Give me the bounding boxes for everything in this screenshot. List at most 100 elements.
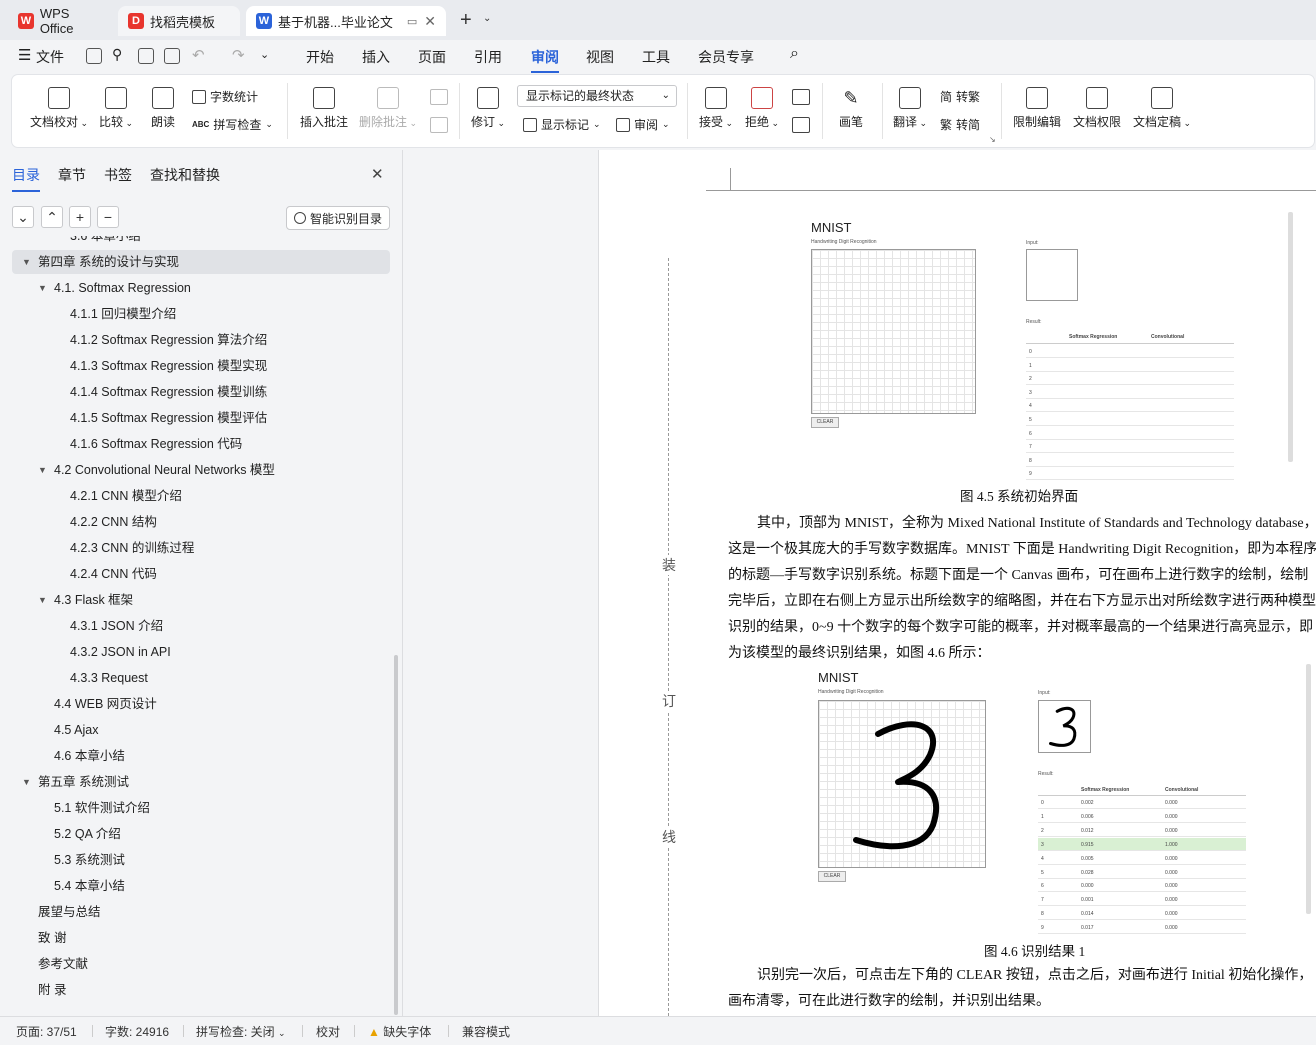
toc-item[interactable]: 5.1 软件测试介绍 [0,796,392,820]
insert-comment-button[interactable]: 插入批注 [298,87,350,130]
reject-button[interactable]: 拒绝 ⌄ [744,87,780,130]
collapse-all-button[interactable]: ⌄ [12,206,34,228]
toc-item[interactable]: 4.1.2 Softmax Regression 算法介绍 [0,328,392,352]
menu-view[interactable]: 视图 [586,47,614,67]
print-preview-icon[interactable] [164,48,180,64]
spell-check-button[interactable]: ABC 拼写检查 ⌄ [192,116,273,133]
delete-comment-button[interactable]: 删除批注 ⌄ [358,87,418,130]
toc-item[interactable]: 4.1.1 回归模型介绍 [0,302,392,326]
toc-item[interactable]: 4.1.3 Softmax Regression 模型实现 [0,354,392,378]
tab-document[interactable]: W 基于机器...毕业论文 ▭ ✕ [246,6,446,36]
doc-check-button[interactable]: 文档校对 ⌄ [28,87,90,130]
save-icon[interactable] [86,48,102,64]
toc-item[interactable]: 参考文献 [0,952,392,976]
tab-toc[interactable]: 目录 [12,165,40,192]
toc-item[interactable]: 4.2.1 CNN 模型介绍 [0,484,392,508]
menu-reference[interactable]: 引用 [474,47,502,67]
search-icon[interactable]: ⌕ [790,45,799,63]
new-tab-icon[interactable]: + [460,9,472,32]
finalize-button[interactable]: 文档定稿 ⌄ [1130,87,1194,130]
review-pane-button[interactable]: 审阅 ⌄ [616,116,670,133]
menu-page[interactable]: 页面 [418,47,446,67]
print-icon[interactable] [138,48,154,64]
toc-item[interactable]: 5.4 本章小结 [0,874,392,898]
toc-item[interactable]: ▼ 第四章 系统的设计与实现 [12,250,390,274]
link-icon[interactable]: ⚲ [112,46,122,63]
tab-bookmarks[interactable]: 书签 [104,165,132,185]
translate-button[interactable]: 翻译 ⌄ [892,87,928,130]
tab-wps-office[interactable]: W WPS Office [8,6,116,36]
to-traditional-button[interactable]: 简 转繁 [940,88,980,105]
toc-item[interactable]: 4.3.1 JSON 介绍 [0,614,392,638]
expand-corner-icon[interactable]: ↘ [989,135,996,144]
undo-icon[interactable]: ↶ [192,46,205,64]
toc-item[interactable]: 致 谢 [0,926,392,950]
page-indicator[interactable]: 页面: 37/51 [16,1023,77,1040]
toc-item[interactable]: ▼ 4.2 Convolutional Neural Networks 模型 [0,458,392,482]
toc-item[interactable]: 展望与总结 [0,900,392,924]
accept-button[interactable]: 接受 ⌄ [698,87,734,130]
restrict-edit-button[interactable]: 限制编辑 [1010,87,1064,130]
to-simplified-button[interactable]: 繁 转简 [940,116,980,133]
menu-insert[interactable]: 插入 [362,47,390,67]
next-comment-icon[interactable] [430,117,448,133]
doc-permission-button[interactable]: 文档权限 [1070,87,1124,130]
toc-item[interactable]: 4.1.4 Softmax Regression 模型训练 [0,380,392,404]
menu-review[interactable]: 审阅 [531,47,559,73]
toc-item[interactable]: 4.3.2 JSON in API [0,640,392,664]
toc-item[interactable]: 4.1.6 Softmax Regression 代码 [0,432,392,456]
tab-find-replace[interactable]: 查找和替换 [150,165,220,185]
redo-icon[interactable]: ↷ [232,46,245,64]
expand-triangle-icon[interactable]: ▼ [38,588,47,612]
toc-item[interactable]: 4.3.3 Request [0,666,392,690]
expand-up-button[interactable]: ⌃ [41,206,63,228]
toc-item[interactable]: ▼ 4.1. Softmax Regression [0,276,392,300]
toc-item[interactable]: 4.1.5 Softmax Regression 模型评估 [0,406,392,430]
prev-comment-icon[interactable] [430,89,448,105]
toc-item[interactable]: 附 录 [0,978,392,1002]
remove-heading-button[interactable]: − [97,206,119,228]
next-revision-icon[interactable] [792,117,810,133]
toc-item[interactable]: 4.2.4 CNN 代码 [0,562,392,586]
expand-triangle-icon[interactable]: ▼ [22,770,31,794]
close-tab-icon[interactable]: ✕ [424,13,436,30]
chevron-down-icon[interactable]: ⌄ [483,13,491,24]
toc-item[interactable]: 4.2.2 CNN 结构 [0,510,392,534]
compare-button[interactable]: 比较 ⌄ [96,87,136,130]
tab-sections[interactable]: 章节 [58,165,86,185]
more-chevron-icon[interactable]: ⌄ [260,48,269,61]
word-count-button[interactable]: 字数统计 [192,88,258,105]
menu-home[interactable]: 开始 [306,47,334,67]
prev-revision-icon[interactable] [792,89,810,105]
close-pane-icon[interactable]: ✕ [371,165,384,183]
revise-button[interactable]: 修订 ⌄ [468,87,508,130]
toc-item[interactable]: 4.6 本章小结 [0,744,392,768]
tab-template[interactable]: D 找稻壳模板 [118,6,240,36]
toc-item[interactable]: 5.3 系统测试 [0,848,392,872]
expand-triangle-icon[interactable]: ▼ [38,458,47,482]
missing-font-indicator[interactable]: ▲ 缺失字体 [368,1023,431,1040]
menu-member[interactable]: 会员专享 [698,47,754,67]
menu-file[interactable]: 文件 [36,47,64,67]
word-count-indicator[interactable]: 字数: 24916 [105,1023,169,1040]
toc-item[interactable]: ▼ 第五章 系统测试 [0,770,392,794]
toc-item[interactable]: ▼ 4.3 Flask 框架 [0,588,392,612]
read-aloud-button[interactable]: 朗读 [148,87,178,130]
expand-triangle-icon[interactable]: ▼ [22,250,31,274]
hamburger-icon[interactable]: ☰ [18,46,31,64]
add-heading-button[interactable]: + [69,206,91,228]
menu-tools[interactable]: 工具 [642,47,670,67]
toc-item[interactable]: 5.2 QA 介绍 [0,822,392,846]
window-restore-icon[interactable]: ▭ [407,15,417,28]
toc-item[interactable]: 3.6 本章小结 [0,236,392,248]
smart-toc-button[interactable]: 智能识别目录 [286,206,390,230]
toc-item[interactable]: 4.2.3 CNN 的训练过程 [0,536,392,560]
pen-button[interactable]: ✎ 画笔 [834,87,868,130]
proofread-indicator[interactable]: 校对 [316,1023,340,1040]
markup-state-select[interactable]: 显示标记的最终状态 ⌄ [517,85,677,107]
toc-item[interactable]: 4.4 WEB 网页设计 [0,692,392,716]
toc-item[interactable]: 4.5 Ajax [0,718,392,742]
spell-check-indicator[interactable]: 拼写检查: 关闭 ⌄ [196,1023,286,1040]
pane-scrollbar[interactable] [394,655,398,1015]
expand-triangle-icon[interactable]: ▼ [38,276,47,300]
